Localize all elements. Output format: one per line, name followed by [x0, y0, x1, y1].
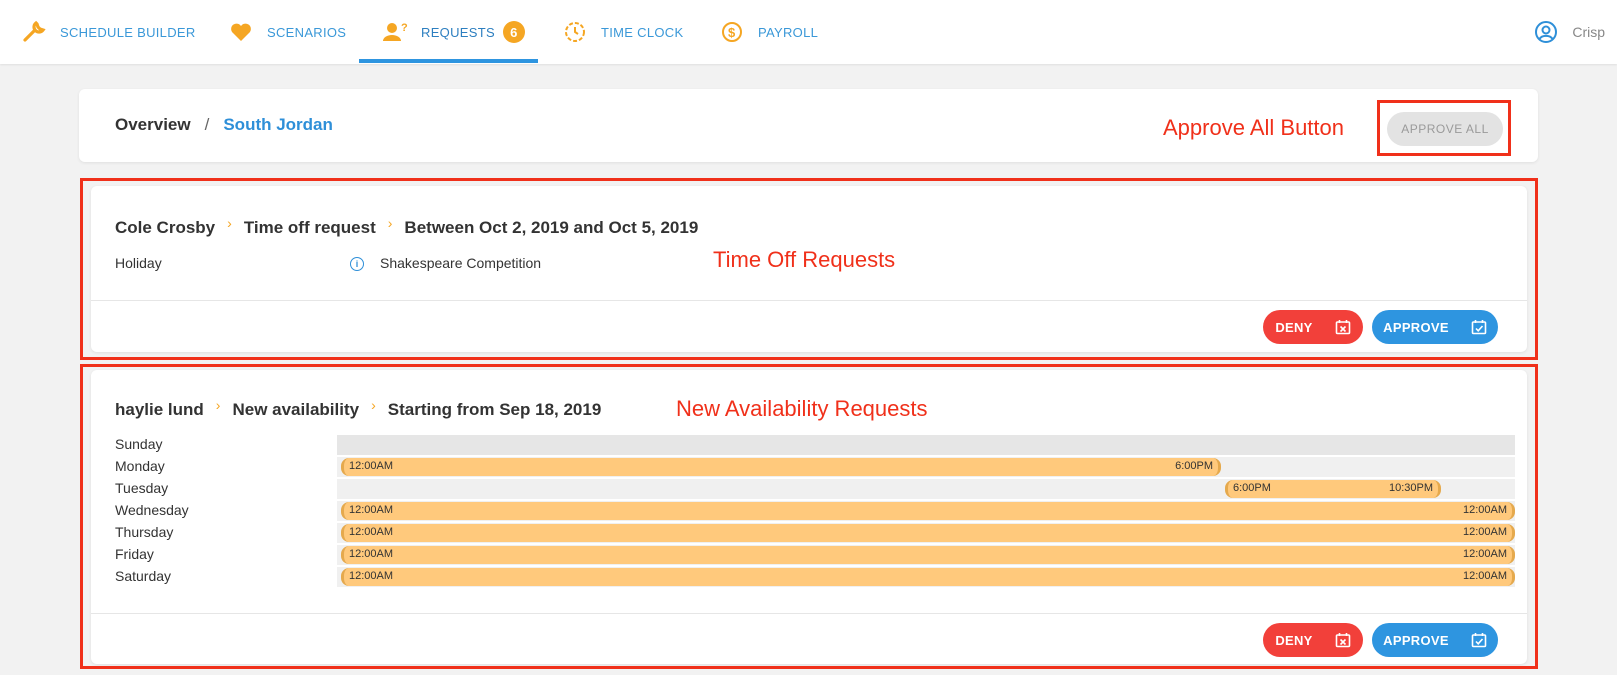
- breadcrumb-root[interactable]: Overview: [115, 115, 191, 135]
- nav-label: PAYROLL: [758, 24, 819, 40]
- annotation-approve-all: Approve All Button: [1163, 115, 1345, 140]
- nav-scenarios[interactable]: SCENARIOS: [228, 0, 346, 64]
- annotation-availability: New Availability Requests: [676, 396, 928, 421]
- nav-requests[interactable]: ? REQUESTS 6: [382, 0, 525, 64]
- svg-text:$: $: [728, 25, 736, 40]
- breadcrumb: Overview / South Jordan: [115, 115, 333, 135]
- user-circle-icon: [1534, 20, 1558, 44]
- nav-schedule-builder[interactable]: SCHEDULE BUILDER: [21, 0, 196, 64]
- heart-icon: [228, 19, 254, 45]
- user-question-icon: ?: [382, 19, 408, 45]
- svg-text:?: ?: [401, 22, 408, 34]
- wrench-icon: [21, 19, 47, 45]
- breadcrumb-location[interactable]: South Jordan: [223, 115, 333, 135]
- breadcrumb-separator: /: [204, 115, 210, 134]
- requests-count-badge: 6: [502, 21, 525, 43]
- nav-label: REQUESTS: [421, 24, 495, 40]
- nav-label: TIME CLOCK: [601, 24, 684, 40]
- nav-label: SCHEDULE BUILDER: [60, 24, 196, 40]
- user-menu[interactable]: Crisp: [1534, 0, 1605, 64]
- nav-time-clock[interactable]: TIME CLOCK: [562, 0, 683, 64]
- nav-payroll[interactable]: $ PAYROLL: [719, 0, 818, 64]
- clock-icon: [562, 19, 588, 45]
- nav-label: SCENARIOS: [267, 24, 347, 40]
- dollar-circle-icon: $: [719, 19, 745, 45]
- annotation-approve-all-box: [1377, 100, 1511, 156]
- top-nav: SCHEDULE BUILDER SCENARIOS ? REQUESTS 6 …: [0, 0, 1617, 64]
- active-tab-indicator: [359, 59, 538, 63]
- user-name: Crisp: [1572, 24, 1605, 40]
- annotation-time-off: Time Off Requests: [713, 247, 896, 272]
